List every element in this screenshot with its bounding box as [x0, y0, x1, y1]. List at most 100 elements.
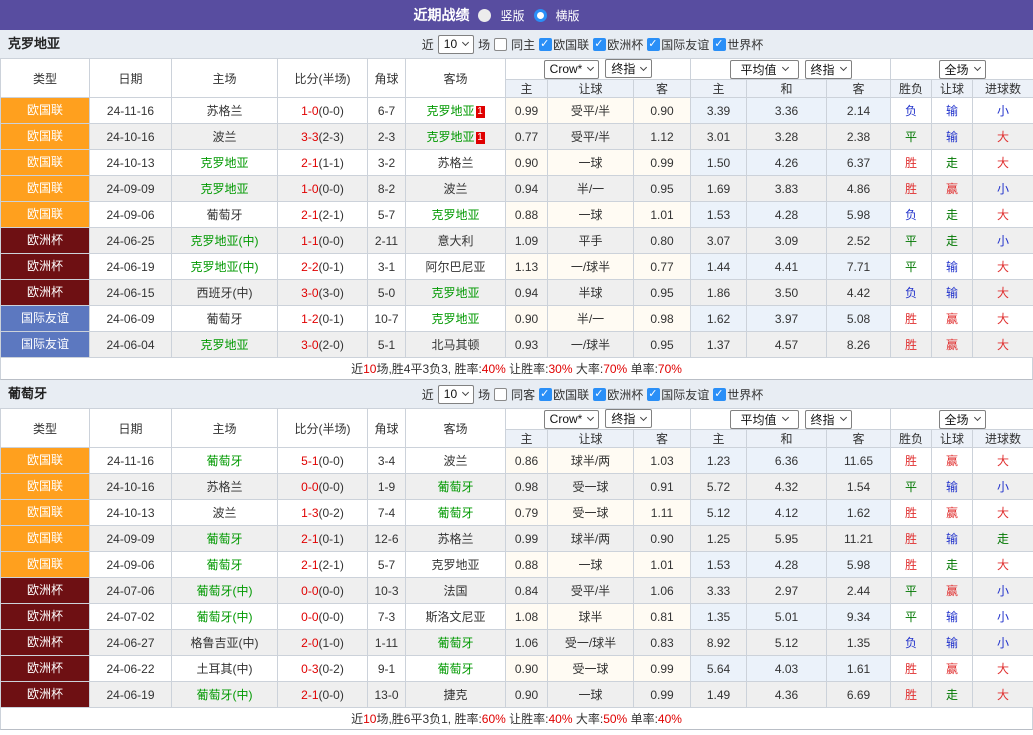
- date-cell: 24-07-02: [89, 603, 172, 630]
- col-header-odds-away: 客: [633, 79, 691, 98]
- summary-text: 40%: [657, 712, 682, 726]
- avg-away-cell: 5.08: [825, 305, 892, 332]
- recent-count-select[interactable]: 10: [437, 384, 475, 404]
- col-header-avg-home: 主: [690, 79, 747, 98]
- bookmaker-select[interactable]: Crow*: [543, 409, 600, 429]
- horizontal-layout-label[interactable]: 横版: [556, 7, 580, 24]
- league-filter-checkbox[interactable]: [593, 37, 607, 51]
- match-row: 欧洲杯 24-06-25 克罗地亚(中) 1-1(0-0) 2-11 意大利 1.09 平手 0…: [0, 227, 1033, 254]
- league-badge: 欧洲杯: [1, 682, 89, 707]
- final-average-select[interactable]: 终指: [804, 409, 852, 429]
- odds-away-cell: 0.83: [633, 629, 691, 656]
- odds-away-cell: 0.91: [633, 473, 691, 500]
- team-name: 葡萄牙: [206, 312, 243, 326]
- odds-home-cell: 0.94: [505, 279, 548, 306]
- home-team-cell: 克罗地亚: [171, 175, 278, 202]
- home-team-cell: 葡萄牙(中): [171, 577, 278, 604]
- col-header-home: 主场: [171, 58, 278, 98]
- final-odds-select[interactable]: 终指: [605, 59, 653, 79]
- fulltime-score: 1-1: [301, 233, 319, 248]
- avg-draw-cell: 4.36: [746, 681, 827, 708]
- odds-away-cell: 0.80: [633, 227, 691, 254]
- bookmaker-select[interactable]: Crow*: [543, 59, 600, 79]
- home-team-cell: 克罗地亚: [171, 331, 278, 358]
- league-filter-checkbox[interactable]: [647, 387, 661, 401]
- same-venue-checkbox[interactable]: [494, 37, 508, 51]
- handicap-cell: 半/一: [547, 305, 634, 332]
- fulltime-select[interactable]: 全场: [938, 409, 986, 429]
- league-badge: 欧国联: [1, 526, 89, 551]
- handicap-result-cell: 赢: [931, 655, 974, 682]
- corner-cell: 2-11: [367, 227, 406, 254]
- score-cell: 2-0(1-0): [277, 629, 368, 656]
- chevron-down-icon: [973, 63, 981, 72]
- chevron-down-icon: [462, 38, 470, 47]
- odds-home-cell: 1.09: [505, 227, 548, 254]
- corner-cell: 8-2: [367, 175, 406, 202]
- league-filter-label: 国际友谊: [661, 37, 710, 52]
- odds-home-cell: 0.84: [505, 577, 548, 604]
- goals-result-cell: 大: [972, 253, 1033, 280]
- league-filter-checkbox[interactable]: [539, 37, 553, 51]
- home-team-cell: 格鲁吉亚(中): [171, 629, 278, 656]
- result-cell: 负: [890, 201, 933, 228]
- team-name: 苏格兰: [206, 104, 243, 118]
- avg-draw-cell: 4.57: [746, 331, 827, 358]
- league-filter-label: 世界杯: [727, 387, 764, 402]
- handicap-cell: 受一球: [547, 655, 634, 682]
- league-filter-checkbox[interactable]: [713, 387, 727, 401]
- league-type-cell: 欧国联: [0, 499, 90, 526]
- result-cell: 平: [890, 253, 933, 280]
- league-filter-checkbox[interactable]: [647, 37, 661, 51]
- results-table-croatia: 类型 日期 主场 比分(半场) 角球 客场 Crow* 终指 平均值 终指 全场 主…: [0, 58, 1033, 358]
- halftime-score: (2-1): [318, 557, 344, 572]
- odds-home-cell: 0.99: [505, 525, 548, 552]
- scope-select-group: 全场: [890, 58, 1033, 80]
- handicap-cell: 受一球: [547, 499, 634, 526]
- odds-away-cell: 0.95: [633, 331, 691, 358]
- date-cell: 24-06-22: [89, 655, 172, 682]
- summary-text: 50%: [603, 712, 628, 726]
- summary-text: 30%: [548, 362, 573, 376]
- score-cell: 2-1(0-1): [277, 525, 368, 552]
- summary-text: 场,胜4平3负3, 胜率:: [376, 362, 482, 376]
- league-filter-checkbox[interactable]: [539, 387, 553, 401]
- vertical-layout-radio[interactable]: [478, 8, 492, 22]
- avg-home-cell: 3.07: [690, 227, 747, 254]
- corner-cell: 13-0: [367, 681, 406, 708]
- league-badge: 欧国联: [1, 448, 89, 473]
- fulltime-score: 2-1: [301, 531, 319, 546]
- match-row: 欧国联 24-10-13 克罗地亚 2-1(1-1) 3-2 苏格兰 0.90 一球 0.99 1…: [0, 149, 1033, 176]
- fulltime-score: 1-0: [301, 181, 319, 196]
- league-filter-checkbox[interactable]: [593, 387, 607, 401]
- odds-home-cell: 0.88: [505, 201, 548, 228]
- goals-result-cell: 大: [972, 305, 1033, 332]
- corner-cell: 10-7: [367, 305, 406, 332]
- fulltime-select[interactable]: 全场: [938, 59, 986, 79]
- avg-draw-cell: 5.01: [746, 603, 827, 630]
- vertical-layout-label[interactable]: 竖版: [500, 7, 524, 24]
- goals-result-cell: 小: [972, 603, 1033, 630]
- away-team-cell: 意大利: [405, 227, 506, 254]
- average-select[interactable]: 平均值: [729, 59, 799, 79]
- average-select[interactable]: 平均值: [729, 409, 799, 429]
- corner-cell: 7-3: [367, 603, 406, 630]
- final-average-select[interactable]: 终指: [804, 59, 852, 79]
- recent-count-select[interactable]: 10: [437, 34, 475, 54]
- final-odds-select[interactable]: 终指: [605, 409, 653, 429]
- halftime-score: (0-1): [318, 311, 344, 326]
- halftime-score: (0-0): [318, 687, 344, 702]
- avg-draw-cell: 2.97: [746, 577, 827, 604]
- fulltime-score: 0-3: [301, 661, 319, 676]
- handicap-result-cell: 输: [931, 253, 974, 280]
- avg-away-cell: 1.61: [825, 655, 892, 682]
- horizontal-layout-radio[interactable]: [533, 8, 547, 22]
- league-type-cell: 欧国联: [0, 551, 90, 578]
- league-badge: 欧洲杯: [1, 254, 89, 279]
- league-filter-checkbox[interactable]: [713, 37, 727, 51]
- same-venue-checkbox[interactable]: [494, 387, 508, 401]
- league-badge: 欧洲杯: [1, 228, 89, 253]
- league-badge: 欧洲杯: [1, 604, 89, 629]
- league-type-cell: 欧洲杯: [0, 681, 90, 708]
- league-filter-label: 欧洲杯: [607, 387, 644, 402]
